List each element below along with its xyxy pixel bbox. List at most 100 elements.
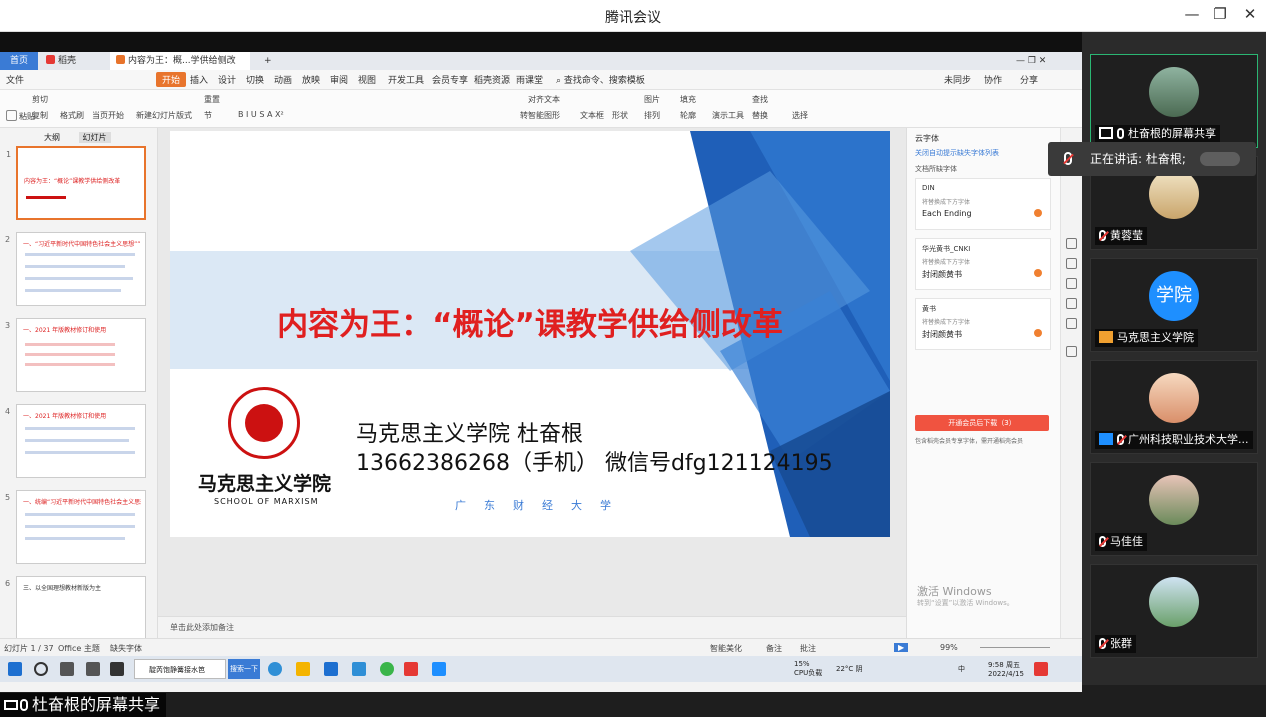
ribbon-new-slide[interactable]: 新建幻灯片 [136, 110, 176, 121]
ribbon-picture[interactable]: 图片 [644, 94, 660, 105]
status-comments[interactable]: 批注 [800, 643, 816, 654]
ribbon-outline[interactable]: 轮廓 [680, 110, 696, 121]
ribbon-find[interactable]: 查找 [752, 94, 768, 105]
menu-home[interactable]: 开始 [156, 72, 187, 87]
thumb-slide-3[interactable]: 3 一、2021 年版教材修订和使用 [5, 318, 146, 392]
edge-icon[interactable] [268, 662, 282, 676]
menu-rain-classroom[interactable]: 雨课堂 [516, 73, 543, 86]
windows-start-icon[interactable] [8, 662, 22, 676]
menu-transition[interactable]: 切换 [246, 73, 264, 86]
taskbar-app[interactable]: 靛芮饱静篝接水笆 [134, 659, 226, 679]
download-fonts-button[interactable]: 开通会员后下载（3） [915, 415, 1049, 431]
ribbon-replace[interactable]: 替换 [752, 110, 768, 121]
ribbon-reset[interactable]: 重置 [204, 94, 220, 105]
input-lang[interactable]: 中 [958, 664, 965, 674]
taskbar-search-button[interactable]: 搜索一下 [228, 659, 260, 679]
menu-member[interactable]: 会员专享 [432, 73, 468, 86]
menu-design[interactable]: 设计 [218, 73, 236, 86]
ribbon-cut[interactable]: 剪切 [32, 94, 48, 105]
participant-card[interactable]: 学院 马克思主义学院 [1090, 258, 1258, 352]
ribbon-bold[interactable]: B I U S A X² [238, 110, 284, 119]
ribbon-textbox[interactable]: 文本框 [580, 110, 604, 121]
participant-card[interactable]: 张群 [1090, 564, 1258, 658]
ribbon-align-text[interactable]: 对齐文本 [528, 94, 560, 105]
thumb-slide-4[interactable]: 4 一、2021 年版教材修订和使用 [5, 404, 146, 478]
font-panel-link[interactable]: 关闭自动提示缺失字体列表 [915, 148, 999, 158]
menu-search[interactable]: ⌕ 查找命令、搜索模板 [556, 73, 645, 86]
ribbon-shape[interactable]: 形状 [612, 110, 628, 121]
menu-search-label: 查找命令、搜索模板 [563, 76, 645, 86]
mail-icon[interactable] [352, 662, 366, 676]
menu-view[interactable]: 视图 [358, 73, 376, 86]
location-icon[interactable] [1066, 318, 1077, 329]
task-view-icon[interactable] [60, 662, 74, 676]
ribbon-fill[interactable]: 填充 [680, 94, 696, 105]
menu-animation[interactable]: 动画 [274, 73, 292, 86]
minimize-icon[interactable]: — [1180, 5, 1204, 27]
missing-font-card[interactable]: 黄书 将替换成下方字体 封闭颜黄书 [915, 298, 1051, 350]
menu-review[interactable]: 审阅 [330, 73, 348, 86]
zoom-slider[interactable] [980, 647, 1050, 648]
status-notes[interactable]: 备注 [766, 643, 782, 654]
chrome-icon[interactable] [380, 662, 394, 676]
menu-slideshow[interactable]: 放映 [302, 73, 320, 86]
participant-card[interactable]: 马佳佳 [1090, 462, 1258, 556]
notes-area[interactable]: 单击此处添加备注 [158, 616, 906, 638]
ribbon-format-painter[interactable]: 格式刷 [60, 110, 84, 121]
status-smart-beautify[interactable]: 智能美化 [710, 643, 742, 654]
tab-outline[interactable]: 大纲 [40, 132, 64, 143]
restore-icon[interactable]: ❐ [1208, 5, 1232, 27]
thumb-slide-5[interactable]: 5 一、统编“习近平新时代中国特色社会主义思想” [5, 490, 146, 564]
ribbon-layout[interactable]: 版式 [176, 110, 192, 121]
tab-daoke[interactable]: 稻壳 [40, 52, 108, 70]
copy-icon[interactable] [1066, 258, 1077, 269]
app-icon[interactable] [86, 662, 100, 676]
search-icon[interactable] [34, 662, 48, 676]
folder-icon[interactable] [296, 662, 310, 676]
missing-font-card[interactable]: 华光黄书_CNKI 将替换成下方字体 封闭颜黄书 [915, 238, 1051, 290]
settings-icon[interactable] [1066, 298, 1077, 309]
wps-window-controls[interactable]: — ❐ ✕ [1010, 52, 1052, 70]
app-icon[interactable] [110, 662, 124, 676]
store-icon[interactable] [324, 662, 338, 676]
menu-share[interactable]: 分享 [1020, 73, 1038, 86]
participant-card[interactable]: 广州科技职业技术大学... [1090, 360, 1258, 454]
missing-font-card[interactable]: DIN 将替换成下方字体 Each Ending [915, 178, 1051, 230]
ribbon-copy[interactable]: 复制 [32, 110, 48, 121]
notification-icon[interactable] [1034, 662, 1048, 676]
meeting-icon[interactable] [432, 662, 446, 676]
status-zoom[interactable]: 99% [940, 643, 958, 652]
status-missing-font[interactable]: 缺失字体 [110, 643, 142, 654]
tab-home[interactable]: 首页 [0, 52, 38, 70]
tab-document[interactable]: 内容为王：概...学供给侧改革 [110, 52, 250, 84]
menu-collab[interactable]: 协作 [984, 73, 1002, 86]
thumb-slide-2[interactable]: 2 一、“习近平新时代中国特色社会主义思想”” 进入大学思想政治理论课程 [5, 232, 146, 306]
help-icon[interactable] [1066, 278, 1077, 289]
weather[interactable]: 22°C 阴 [836, 664, 863, 674]
ribbon-smartart[interactable]: 转智能图形 [520, 110, 560, 121]
menu-insert[interactable]: 插入 [190, 73, 208, 86]
ribbon-present-tools[interactable]: 演示工具 [712, 110, 744, 121]
ribbon-paste[interactable]: 粘贴 [6, 110, 35, 122]
menu-daoke[interactable]: 稻壳资源 [474, 73, 510, 86]
menu-unsynced[interactable]: 未同步 [944, 73, 971, 86]
pin-icon[interactable] [1066, 238, 1077, 249]
new-tab-button[interactable]: + [258, 52, 278, 70]
wps-icon[interactable] [404, 662, 418, 676]
menu-developer[interactable]: 开发工具 [388, 73, 424, 86]
menu-file[interactable]: 文件 [6, 73, 24, 86]
thumb-slide-1[interactable]: 1 内容为王：“概论”课教学供给侧改革 [6, 146, 146, 220]
ribbon-section[interactable]: 节 [204, 110, 212, 121]
clock[interactable]: 9:58 周五 2022/4/15 [988, 660, 1024, 678]
close-icon[interactable]: ✕ [1238, 5, 1262, 27]
ribbon-arrange[interactable]: 排列 [644, 110, 660, 121]
play-button[interactable]: ▶ [894, 643, 909, 652]
blurred-name [1200, 152, 1240, 166]
participant-card[interactable]: 杜奋根的屏幕共享 [1090, 54, 1258, 148]
tab-slides[interactable]: 幻灯片 [78, 132, 111, 143]
thumb-slide-6[interactable]: 6 三、以全国理想教材新版为主 [5, 576, 146, 638]
text-icon[interactable] [1066, 346, 1077, 357]
ribbon-select[interactable]: 选择 [792, 110, 808, 121]
ribbon-from-current[interactable]: 当页开始 [92, 110, 124, 121]
current-slide[interactable]: 内容为王：“概论”课教学供给侧改革 马克思主义学院 SCHOOL OF MARX… [170, 131, 890, 537]
